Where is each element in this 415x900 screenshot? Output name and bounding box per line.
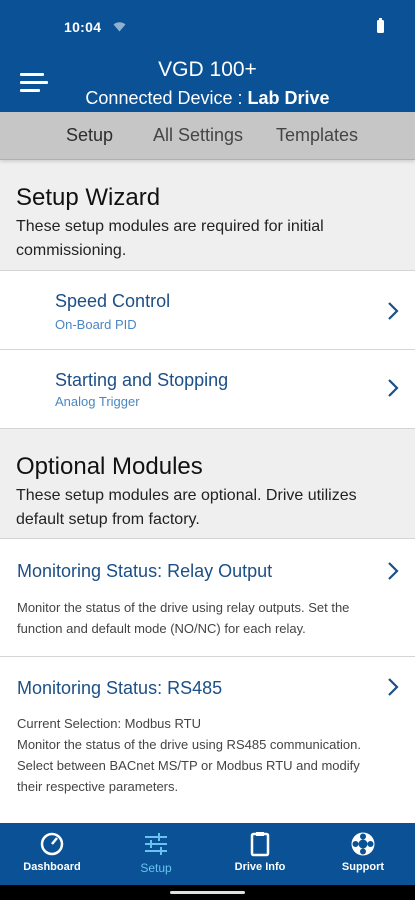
nav-setup[interactable]: Setup — [104, 823, 208, 885]
nav-support[interactable]: Support — [311, 823, 415, 885]
speedometer-icon — [40, 832, 64, 856]
home-indicator[interactable] — [170, 891, 245, 894]
relay-output-item[interactable]: Monitoring Status: Relay Output Monitor … — [0, 538, 415, 657]
starting-stopping-item[interactable]: Starting and Stopping Analog Trigger — [0, 349, 415, 429]
speed-control-subtitle: On-Board PID — [55, 317, 137, 332]
setup-wizard-description: These setup modules are required for ini… — [16, 218, 324, 259]
chevron-right-icon — [388, 678, 399, 696]
optional-modules-description: These setup modules are optional. Drive … — [16, 487, 357, 528]
lifebuoy-icon — [351, 832, 375, 856]
nav-setup-label: Setup — [140, 861, 172, 875]
wifi-icon — [113, 22, 126, 32]
chevron-right-icon — [388, 379, 399, 397]
rs485-description: Current Selection: Modbus RTU Monitor th… — [17, 716, 361, 794]
nav-drive-info-label: Drive Info — [234, 861, 286, 873]
clipboard-icon — [250, 832, 270, 857]
starting-stopping-title: Starting and Stopping — [55, 370, 229, 390]
relay-output-title: Monitoring Status: Relay Output — [17, 561, 273, 581]
chevron-right-icon — [388, 302, 399, 320]
tab-bar: Setup All Settings Templates — [0, 112, 415, 160]
tab-setup[interactable]: Setup — [66, 125, 113, 146]
device-name: Lab Drive — [247, 88, 330, 108]
optional-modules-section: Optional Modules These setup modules are… — [0, 428, 415, 538]
speed-control-item[interactable]: Speed Control On-Board PID — [0, 270, 415, 349]
app-screen: 10:04 VGD 100+ Connected Device : Lab Dr… — [0, 0, 415, 900]
bottom-navigation: Dashboard Setup Drive Info Support — [0, 823, 415, 885]
app-title: VGD 100+ — [158, 58, 257, 81]
rs485-item[interactable]: Monitoring Status: RS485 Current Selecti… — [0, 656, 415, 827]
tab-all-settings[interactable]: All Settings — [153, 125, 243, 146]
nav-drive-info[interactable]: Drive Info — [208, 823, 312, 885]
tab-templates[interactable]: Templates — [276, 125, 358, 146]
app-header: 10:04 VGD 100+ Connected Device : Lab Dr… — [0, 0, 415, 112]
starting-stopping-subtitle: Analog Trigger — [55, 394, 140, 409]
nav-dashboard[interactable]: Dashboard — [0, 823, 104, 885]
rs485-title: Monitoring Status: RS485 — [17, 678, 223, 698]
speed-control-title: Speed Control — [55, 291, 171, 311]
status-time: 10:04 — [64, 19, 102, 35]
optional-modules-title: Optional Modules — [16, 453, 203, 480]
connected-device-label: Connected Device : — [85, 88, 243, 108]
relay-output-description: Monitor the status of the drive using re… — [17, 600, 350, 636]
nav-support-label: Support — [341, 861, 385, 873]
connected-device: Connected Device : Lab Drive — [0, 88, 415, 109]
sliders-icon — [145, 833, 167, 855]
gesture-area — [0, 885, 415, 900]
setup-wizard-section: Setup Wizard These setup modules are req… — [0, 160, 415, 270]
nav-dashboard-label: Dashboard — [23, 861, 81, 873]
setup-wizard-title: Setup Wizard — [16, 184, 161, 211]
chevron-right-icon — [388, 562, 399, 580]
battery-icon — [377, 18, 384, 33]
